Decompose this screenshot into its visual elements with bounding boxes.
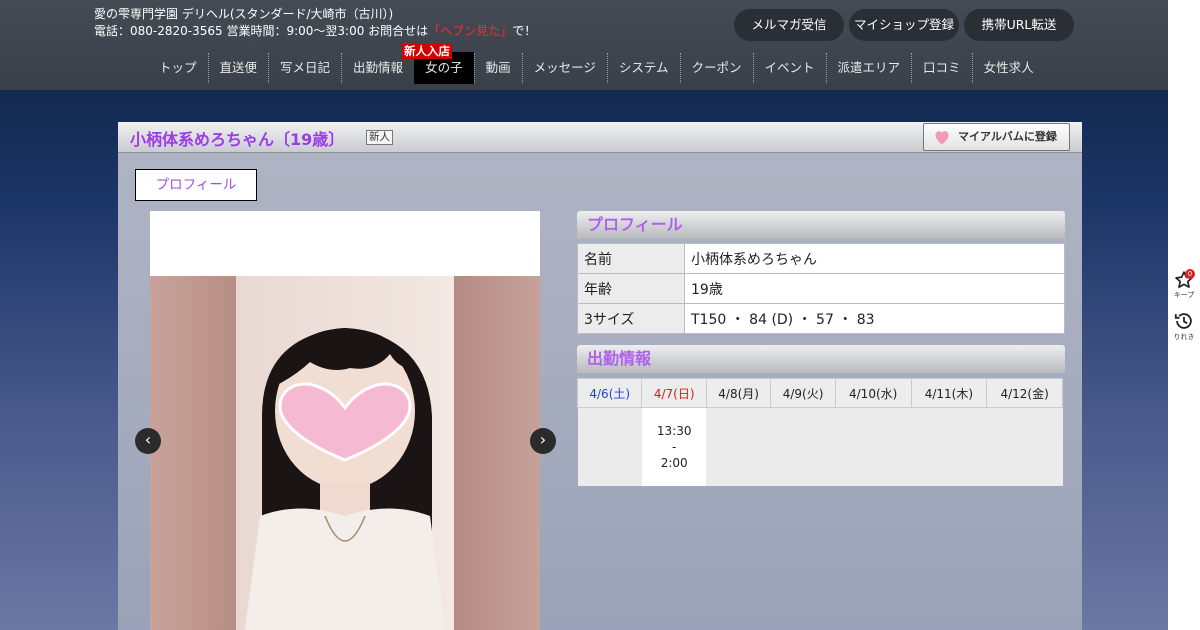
nav-item-area[interactable]: 派遣エリア [827, 52, 912, 84]
profile-label-name: 名前 [577, 243, 685, 274]
nav-item-video[interactable]: 動画 [475, 52, 522, 84]
side-utility-bar: 0 キープ りれき [1168, 0, 1200, 630]
nav-item-direct[interactable]: 直送便 [209, 52, 269, 84]
schedule-section-header: 出勤情報 [577, 345, 1065, 373]
nav-item-event[interactable]: イベント [754, 52, 826, 84]
schedule-day: 4/6(土) [576, 378, 643, 408]
my-shop-register-button[interactable]: マイショップ登録 [849, 9, 959, 41]
schedule-day: 4/12(金) [986, 378, 1063, 408]
history-label: りれき [1173, 333, 1195, 341]
girl-photo [150, 276, 540, 630]
nav-item-message[interactable]: メッセージ [523, 52, 607, 84]
keep-count-badge: 0 [1185, 269, 1195, 279]
shop-contact: 電話：080-2820-3565 営業時間：9:00～翌3:00 お問合せは「ヘ… [94, 23, 536, 40]
new-girl-tag: 新人 [366, 130, 393, 145]
nav-item-top[interactable]: トップ [148, 52, 208, 84]
schedule-times-row: 13:30 - 2:00 [577, 407, 1063, 486]
schedule-cell [706, 407, 771, 486]
keep-label: キープ [1173, 291, 1195, 299]
nav-item-girls-label: 女の子 [425, 60, 463, 75]
girl-name-title: 小柄体系めろちゃん〔19歳〕 [130, 130, 345, 149]
photo-next-button[interactable]: › [530, 428, 556, 454]
photo-slider [150, 211, 540, 630]
shift-start: 13:30 [656, 424, 692, 438]
photo-prev-button[interactable]: ‹ [135, 428, 161, 454]
schedule-cell [911, 407, 987, 486]
schedule-day: 4/11(木) [910, 378, 988, 408]
shop-contact-text: 電話：080-2820-3565 営業時間：9:00～翌3:00 お問合せは [94, 24, 429, 38]
profile-title-bar: 小柄体系めろちゃん〔19歳〕 新人 マイアルバムに登録 [118, 122, 1082, 153]
shift-end: 2:00 [660, 456, 688, 470]
heart-icon [935, 131, 949, 145]
shop-contact-suffix: で！ [512, 24, 537, 38]
profile-value-sizes: T150 ・ 84 (D) ・ 57 ・ 83 [684, 303, 1065, 334]
nav-item-system[interactable]: システム [608, 52, 680, 84]
mail-magazine-button[interactable]: メルマガ受信 [734, 9, 844, 41]
girl-photo-illustration [245, 328, 445, 630]
profile-label-age: 年齢 [577, 273, 685, 304]
profile-section-header: プロフィール [577, 211, 1065, 239]
tab-profile[interactable]: プロフィール [135, 169, 257, 201]
table-row: 名前 小柄体系めろちゃん [577, 243, 1065, 274]
table-row: 3サイズ T150 ・ 84 (D) ・ 57 ・ 83 [577, 303, 1065, 334]
heaven-mita-highlight: 「ヘブン見た」 [428, 24, 513, 38]
schedule-day: 4/8(月) [705, 378, 772, 408]
add-to-album-button[interactable]: マイアルバムに登録 [923, 123, 1070, 151]
keep-button[interactable]: 0 キープ [1168, 269, 1200, 300]
site-header: 愛の雫専門学園 デリヘル(スタンダード/大崎市（古川）) 電話：080-2820… [0, 0, 1168, 90]
schedule-cell [770, 407, 836, 486]
nav-item-coupon[interactable]: クーポン [681, 52, 753, 84]
history-icon [1174, 313, 1192, 329]
schedule-day: 4/7(日) [641, 378, 707, 408]
schedule-table: 4/6(土) 4/7(日) 4/8(月) 4/9(火) 4/10(水) 4/11… [576, 378, 1063, 486]
schedule-day: 4/10(水) [834, 378, 912, 408]
schedule-cell-shift: 13:30 - 2:00 [641, 407, 707, 486]
profile-value-age: 19歳 [684, 273, 1065, 304]
table-row: 年齢 19歳 [577, 273, 1065, 304]
nav-item-girls[interactable]: 新人入店 女の子 [402, 44, 474, 84]
shop-name[interactable]: 愛の雫専門学園 デリヘル(スタンダード/大崎市（古川）) [94, 6, 536, 23]
add-to-album-label: マイアルバムに登録 [958, 130, 1057, 143]
nav-item-recruit[interactable]: 女性求人 [973, 52, 1045, 84]
shift-separator: - [672, 440, 677, 454]
profile-table: 名前 小柄体系めろちゃん 年齢 19歳 3サイズ T150 ・ 84 (D) ・… [577, 243, 1065, 334]
schedule-days-row: 4/6(土) 4/7(日) 4/8(月) 4/9(火) 4/10(水) 4/11… [576, 378, 1063, 408]
schedule-cell [835, 407, 912, 486]
shop-info: 愛の雫専門学園 デリヘル(スタンダード/大崎市（古川）) 電話：080-2820… [94, 6, 536, 40]
nav-item-photo-diary[interactable]: 写メ日記 [269, 52, 341, 84]
mobile-url-transfer-button[interactable]: 携帯URL転送 [964, 9, 1074, 41]
schedule-day: 4/9(火) [770, 378, 836, 408]
profile-value-name: 小柄体系めろちゃん [684, 243, 1065, 274]
new-arrival-badge: 新人入店 [402, 44, 453, 59]
main-nav: トップ 直送便 写メ日記 出勤情報 新人入店 女の子 動画 メッセージ システム… [148, 44, 1045, 84]
schedule-cell [986, 407, 1063, 486]
schedule-cell [577, 407, 642, 486]
history-button[interactable]: りれき [1168, 310, 1200, 342]
nav-item-reviews[interactable]: 口コミ [912, 52, 972, 84]
girl-profile-panel: 小柄体系めろちゃん〔19歳〕 新人 マイアルバムに登録 プロフィール ‹ › プ… [118, 122, 1082, 630]
profile-label-sizes: 3サイズ [577, 303, 685, 334]
